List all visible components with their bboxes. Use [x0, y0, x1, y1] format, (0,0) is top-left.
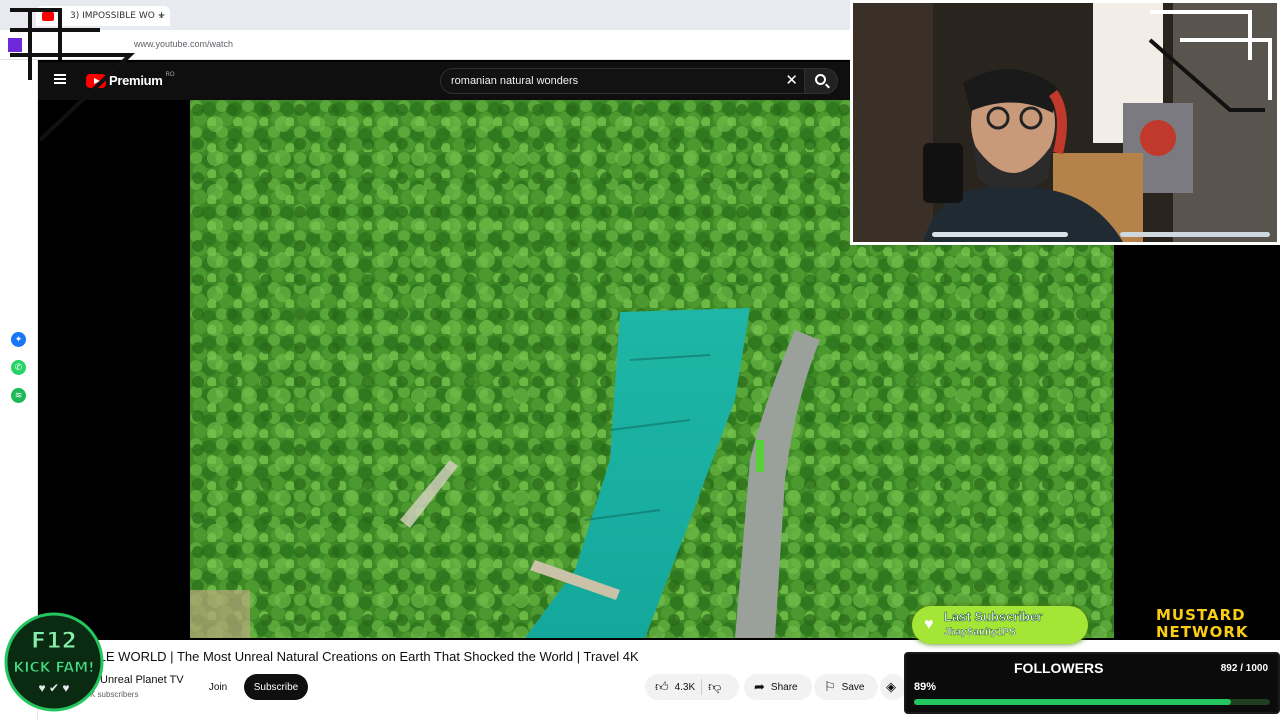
screen: 3) IMPOSSIBLE WORL × + www.youtube.com/w…: [0, 0, 1280, 720]
followers-progress-track: [914, 699, 1270, 705]
brand-line1: MUSTARD: [1156, 606, 1246, 624]
followers-goal-widget: FOLLOWERS 892 / 1000 89%: [904, 652, 1280, 714]
save-button[interactable]: ⚐ Save: [814, 674, 878, 700]
last-subscriber-banner: ♥ Last Subscriber JhaySanity1PS: [912, 606, 1088, 644]
followers-count: 892 / 1000: [1220, 663, 1268, 674]
save-label: Save: [841, 681, 865, 693]
webcam-bar: [932, 232, 1068, 237]
badge-line2: KICK FAM!: [13, 660, 94, 676]
webcam-bar-right: [1120, 232, 1270, 237]
like-count[interactable]: 4.3K: [675, 682, 696, 693]
last-subscriber-name: JhaySanity1PS: [944, 627, 1016, 638]
share-icon: ➦: [754, 679, 765, 694]
search-button[interactable]: [804, 68, 838, 94]
like-dislike-group: 👍︎ 4.3K 👎︎: [645, 674, 739, 700]
share-label: Share: [770, 681, 798, 693]
dislike-icon[interactable]: 👎︎: [708, 679, 721, 695]
video-title: PLE WORLD | The Most Unreal Natural Crea…: [90, 649, 639, 664]
webcam-image: [853, 3, 1277, 242]
badge-hearts-icon: ♥ ✔ ♥: [39, 681, 70, 695]
heart-icon: ♥: [924, 616, 934, 633]
badge-line1: F12: [31, 629, 77, 654]
mustard-network-logo: MUSTARD NETWORK: [1156, 607, 1274, 645]
frame-decoration-top-left: [8, 8, 136, 142]
search-input[interactable]: romanian natural wonders: [451, 75, 578, 87]
webcam-feed: [850, 0, 1280, 245]
subscribe-button[interactable]: Subscribe: [244, 674, 308, 700]
whatsapp-icon[interactable]: ✆: [11, 360, 26, 375]
last-subscriber-label: Last Subscriber: [944, 609, 1043, 625]
bookmark-icon: ⚐: [824, 679, 836, 694]
clear-search-icon[interactable]: ✕: [785, 71, 798, 89]
messenger-icon[interactable]: ✦: [11, 332, 26, 347]
followers-label: FOLLOWERS: [1014, 660, 1104, 676]
share-button[interactable]: ➦ Share: [744, 674, 812, 700]
like-divider: [701, 679, 703, 695]
channel-name[interactable]: Unreal Planet TV: [100, 674, 184, 686]
join-button[interactable]: Join: [198, 675, 238, 699]
kick-fam-badge: F12 KICK FAM! ♥ ✔ ♥: [4, 612, 104, 712]
search-box[interactable]: romanian natural wonders ✕: [440, 68, 805, 94]
followers-progress-fill: [914, 699, 1231, 705]
like-icon[interactable]: 👍︎: [655, 679, 669, 695]
thanks-icon: ◈: [886, 679, 896, 694]
brand-line2: NETWORK: [1156, 623, 1249, 641]
spotify-icon[interactable]: ≋: [11, 388, 26, 403]
thanks-button[interactable]: ◈: [880, 674, 906, 700]
followers-percent: 89%: [914, 681, 937, 693]
search-icon: [815, 74, 826, 85]
